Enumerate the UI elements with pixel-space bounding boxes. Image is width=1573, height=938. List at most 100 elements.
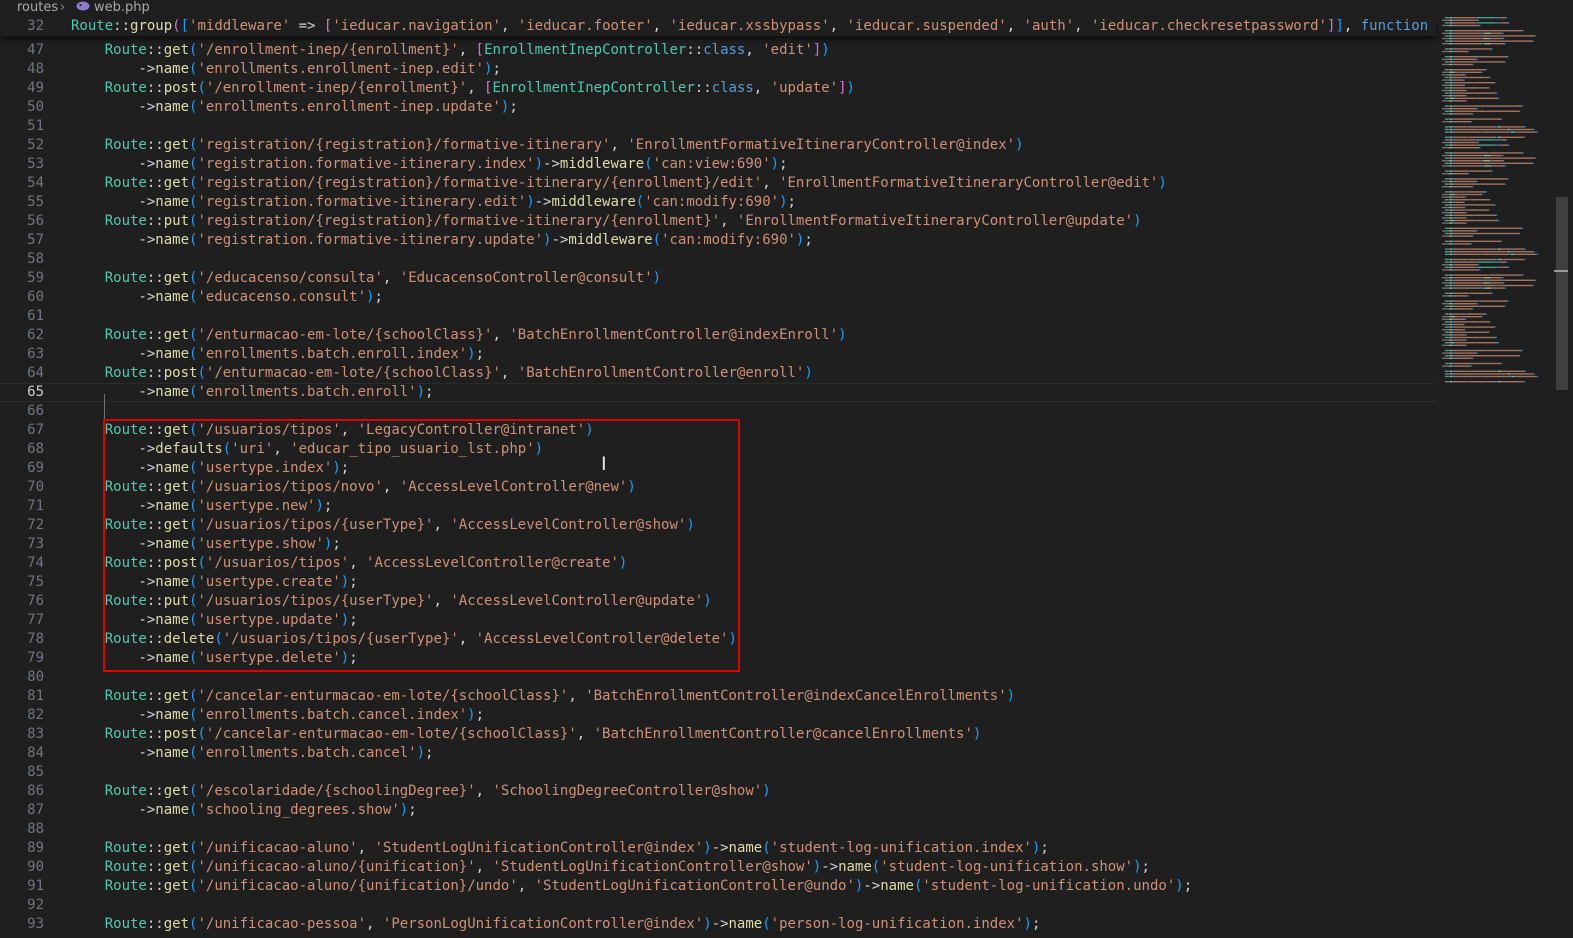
- code-line[interactable]: 83 Route::post('/cancelar-enturmacao-em-…: [0, 725, 1436, 744]
- scrollbar-thumb[interactable]: [1556, 197, 1568, 390]
- minimap-stroke: [1496, 370, 1499, 372]
- code-text: Route::get ('/unificacao-aluno', 'Student…: [71, 839, 1049, 858]
- minimap-stroke: [1478, 251, 1506, 253]
- code-line[interactable]: 52 Route::get('registration/{registratio…: [0, 136, 1436, 155]
- code-line[interactable]: 73 ->name('usertype.show');: [0, 535, 1436, 554]
- code-line[interactable]: 60 ->name('educacenso.consult');: [0, 288, 1436, 307]
- code-line[interactable]: 47 Route::get('/enrollment-inep/{enrollm…: [0, 41, 1436, 60]
- code-token: '/escolaridade/{schoolingDegree}': [197, 783, 476, 799]
- code-line[interactable]: 55 ->name('registration.formative-itiner…: [0, 193, 1436, 212]
- code-line[interactable]: 68 ->defaults('uri', 'educar_tipo_usuari…: [0, 440, 1436, 459]
- minimap-stroke: [1442, 352, 1450, 354]
- code-line[interactable]: 56 Route::put('registration/{registratio…: [0, 212, 1436, 231]
- code-line[interactable]: 89 Route::get ('/unificacao-aluno', 'Stud…: [0, 839, 1436, 858]
- code-line[interactable]: 72 Route::get('/usuarios/tipos/{userType…: [0, 516, 1436, 535]
- code-line[interactable]: 85: [0, 763, 1436, 782]
- minimap-stroke: [1491, 48, 1493, 50]
- minimap-stroke: [1508, 266, 1510, 268]
- minimap-stroke: [1442, 193, 1450, 196]
- code-line[interactable]: 54 Route::get('registration/{registratio…: [0, 174, 1436, 193]
- code-token: ): [804, 365, 813, 381]
- minimap-stroke: [1460, 316, 1482, 318]
- minimap-stroke: [1478, 305, 1481, 307]
- minimap-stroke: [1449, 316, 1455, 318]
- code-line[interactable]: 71 ->name('usertype.new');: [0, 497, 1436, 516]
- minimap-stroke: [1496, 214, 1497, 216]
- code-line[interactable]: 91 Route::get('/unificacao-aluno/{unific…: [0, 877, 1436, 896]
- breadcrumb-file[interactable]: web.php: [94, 0, 150, 15]
- minimap-stroke: [1449, 63, 1453, 66]
- minimap-stroke: [1442, 141, 1450, 144]
- minimap-stroke: [1452, 180, 1476, 183]
- code-line[interactable]: 80: [0, 668, 1436, 687]
- sticky-scroll-line[interactable]: 32 Route::group(['middleware' => ['ieduca…: [0, 17, 1436, 36]
- code-token: ,: [500, 18, 518, 34]
- code-line[interactable]: 77 ->name('usertype.update');: [0, 611, 1436, 630]
- minimap-stroke: [1444, 152, 1449, 154]
- code-line[interactable]: 84 ->name('enrollments.batch.cancel');: [0, 744, 1436, 763]
- code-line[interactable]: 48 ->name('enrollments.enrollment-inep.e…: [0, 60, 1436, 79]
- minimap-stroke: [1449, 37, 1453, 40]
- minimap-stroke: [1452, 113, 1472, 115]
- code-line[interactable]: 87 ->name('schooling_degrees.show');: [0, 801, 1436, 820]
- minimap-stroke: [1453, 22, 1476, 24]
- code-line[interactable]: 70 Route::get('/usuarios/tipos/novo', 'A…: [0, 478, 1436, 497]
- code-line[interactable]: 69 ->name('usertype.index');: [0, 459, 1436, 478]
- line-number: 79: [27, 650, 44, 666]
- minimap-stroke: [1448, 375, 1450, 378]
- minimap-stroke: [1442, 173, 1450, 175]
- minimap[interactable]: [1440, 17, 1556, 397]
- code-editor[interactable]: 32 Route::group(['middleware' => ['ieduca…: [0, 17, 1436, 938]
- code-line[interactable]: 58: [0, 250, 1436, 269]
- minimap-stroke: [1465, 196, 1467, 198]
- code-line[interactable]: 49 Route::post('/enrollment-inep/{enroll…: [0, 79, 1436, 98]
- breadcrumb-folder[interactable]: routes: [17, 0, 58, 15]
- minimap-stroke: [1489, 199, 1491, 201]
- minimap-stroke: [1472, 92, 1475, 94]
- code-line[interactable]: 79 ->name('usertype.delete');: [0, 649, 1436, 668]
- minimap-stroke: [1444, 162, 1449, 164]
- code-line[interactable]: 82 ->name('enrollments.batch.cancel.inde…: [0, 706, 1436, 725]
- code-line[interactable]: 78 Route::delete('/usuarios/tipos/{userT…: [0, 630, 1436, 649]
- code-line[interactable]: 93 Route::get ('/unificacao-pessoa', 'Per…: [0, 915, 1436, 934]
- code-line[interactable]: 61: [0, 307, 1436, 326]
- code-line[interactable]: 53 ->name('registration.formative-itiner…: [0, 155, 1436, 174]
- code-token: post: [163, 726, 198, 742]
- minimap-stroke: [1444, 69, 1449, 71]
- vertical-scrollbar[interactable]: [1556, 0, 1568, 938]
- code-line[interactable]: 64 Route::post('/enturmacao-em-lote/{sch…: [0, 364, 1436, 383]
- code-line[interactable]: 76 Route::put('/usuarios/tipos/{userType…: [0, 592, 1436, 611]
- code-line[interactable]: 50 ->name('enrollments.enrollment-inep.u…: [0, 98, 1436, 117]
- minimap-stroke: [1454, 97, 1476, 99]
- code-line[interactable]: 63 ->name('enrollments.batch.enroll.inde…: [0, 345, 1436, 364]
- minimap-stroke: [1481, 282, 1484, 284]
- code-line[interactable]: 62 Route::get('/enturmacao-em-lote/{scho…: [0, 326, 1436, 345]
- code-line[interactable]: 90 Route::get ('/unificacao-aluno/{unific…: [0, 858, 1436, 877]
- code-line[interactable]: 67 Route::get('/usuarios/tipos', 'Legacy…: [0, 421, 1436, 440]
- code-token: ): [1158, 175, 1167, 191]
- minimap-stroke: [1442, 201, 1450, 203]
- code-token: ,: [610, 137, 628, 153]
- code-line[interactable]: 88: [0, 820, 1436, 839]
- code-line[interactable]: 51: [0, 117, 1436, 136]
- code-token: ::: [146, 726, 164, 742]
- code-token: put: [163, 593, 190, 609]
- code-token: Route: [104, 593, 147, 609]
- code-line[interactable]: 57 ->name('registration.formative-itiner…: [0, 231, 1436, 250]
- minimap-stroke: [1496, 336, 1497, 339]
- line-number: 51: [27, 118, 44, 134]
- code-text: Route::group(['middleware' => ['ieducar.…: [71, 17, 1428, 36]
- code-line[interactable]: 66: [0, 402, 1436, 421]
- code-line[interactable]: 74 Route::post('/usuarios/tipos', 'Acces…: [0, 554, 1436, 573]
- minimap-stroke: [1448, 22, 1450, 24]
- code-line[interactable]: 86 Route::get('/escolaridade/{schoolingD…: [0, 782, 1436, 801]
- code-text: ->name('enrollments.enrollment-inep.edit…: [71, 60, 500, 79]
- code-line[interactable]: 81 Route::get('/cancelar-enturmacao-em-l…: [0, 687, 1436, 706]
- code-line[interactable]: 59 Route::get('/educacenso/consulta', 'E…: [0, 269, 1436, 288]
- minimap-stroke: [1442, 339, 1450, 341]
- code-line[interactable]: 92: [0, 896, 1436, 915]
- minimap-stroke: [1476, 108, 1478, 110]
- code-line[interactable]: 75 ->name('usertype.create');: [0, 573, 1436, 592]
- code-token: ,: [475, 859, 493, 875]
- code-line[interactable]: 65 ->name('enrollments.batch.enroll');: [0, 383, 1436, 402]
